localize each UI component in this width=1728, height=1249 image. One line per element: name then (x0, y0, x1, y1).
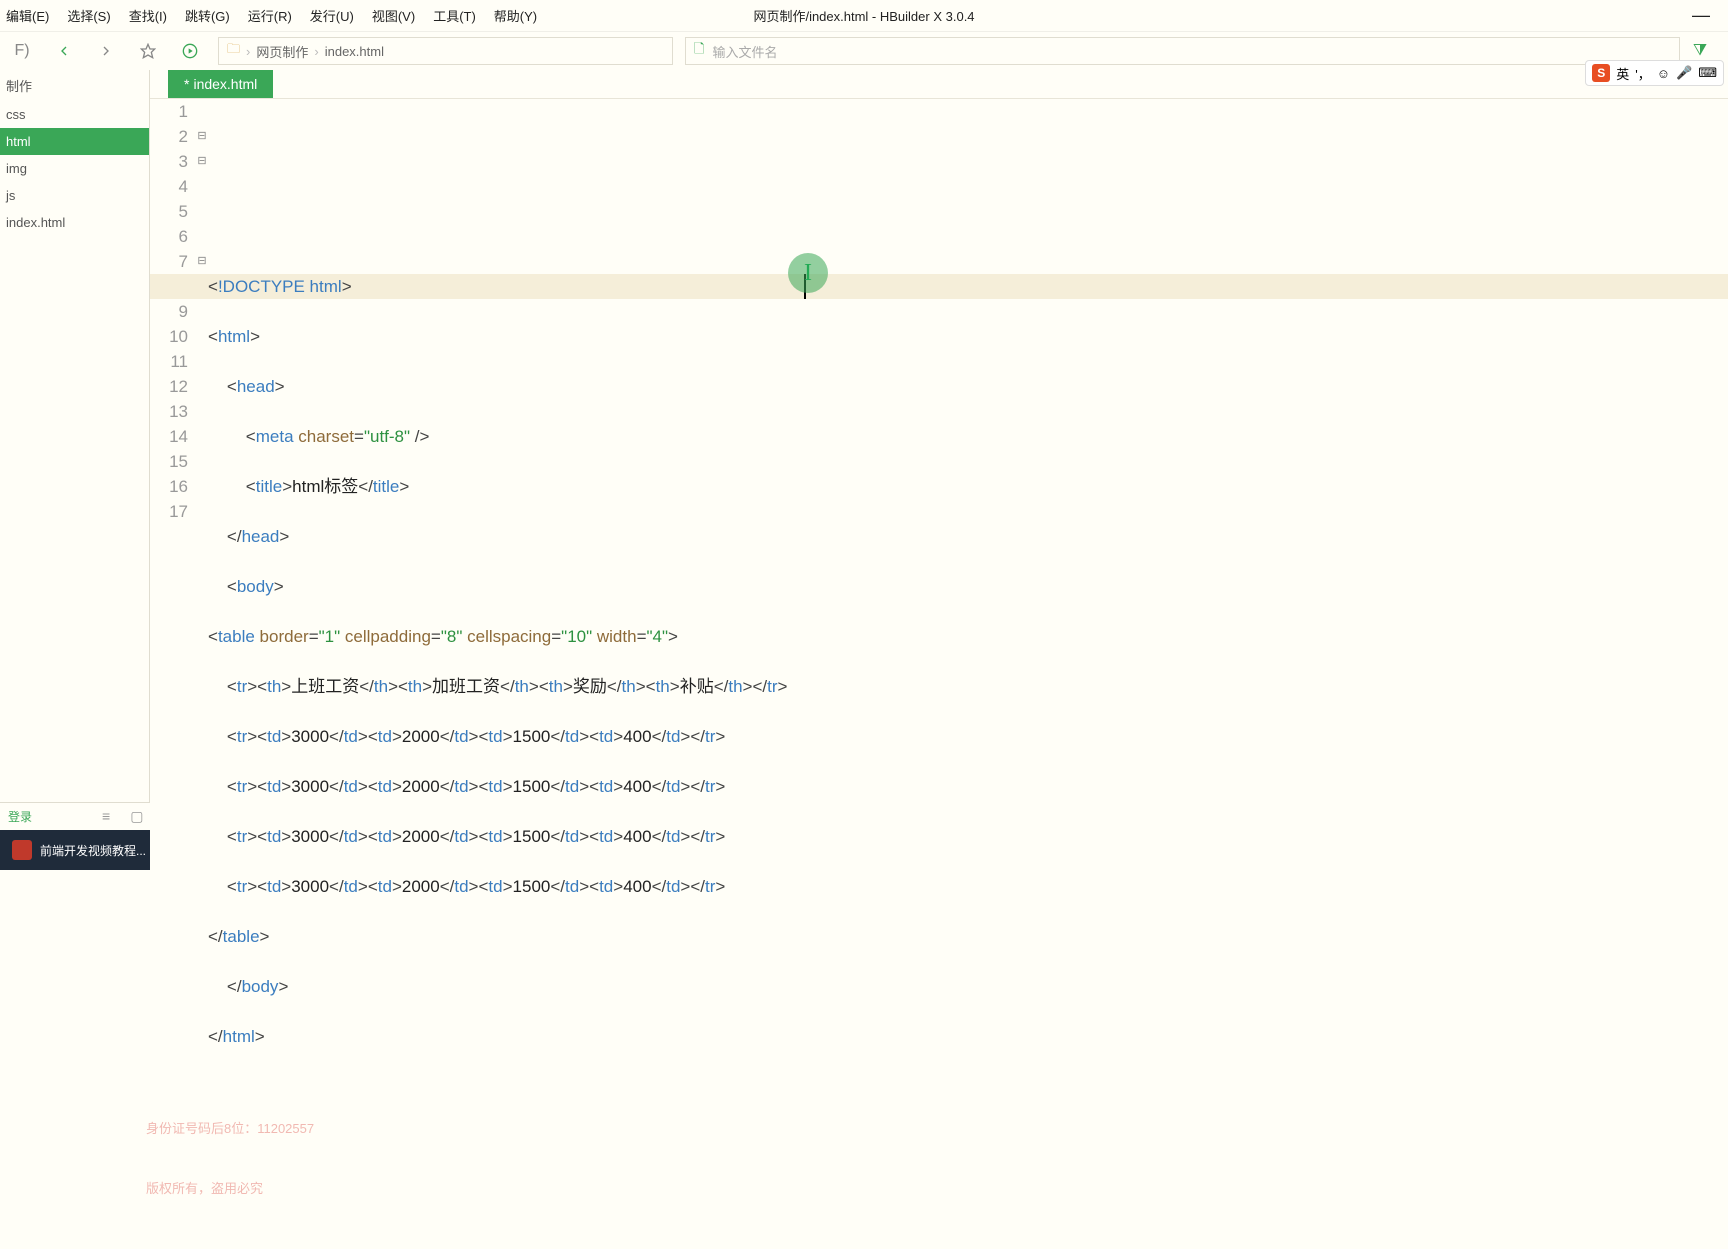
search-placeholder: 输入文件名 (712, 42, 777, 61)
menu-find[interactable]: 查找(I) (129, 6, 167, 25)
cursor-highlight-icon: I (788, 253, 828, 293)
menu-tools[interactable]: 工具(T) (433, 6, 476, 25)
breadcrumb-sep: › (314, 44, 318, 59)
sidebar-item[interactable]: css (0, 101, 149, 128)
breadcrumb[interactable]: 🗀 › 网页制作 › index.html (218, 37, 673, 65)
status-login[interactable]: 登录 (8, 808, 32, 825)
ime-punct-icon[interactable]: '， (1635, 64, 1650, 83)
ime-toolbar[interactable]: S 英 '， ☺ 🎤 ⌨ (1585, 60, 1724, 86)
ime-keyboard-icon[interactable]: ⌨ (1698, 65, 1717, 81)
search-file-icon: 🗋 (694, 40, 704, 62)
tab-label: index.html (193, 76, 257, 92)
ime-lang[interactable]: 英 (1616, 64, 1629, 83)
list-icon[interactable]: ≡ (102, 808, 110, 825)
menu-view[interactable]: 视图(V) (372, 6, 415, 25)
menu-bar: 编辑(E) 选择(S) 查找(I) 跳转(G) 运行(R) 发行(U) 视图(V… (0, 0, 1728, 32)
code-area[interactable]: 1 2 3 4 5 6 7 8 9 10 11 12 13 14 15 16 1… (150, 99, 1728, 1249)
sidebar-item-active[interactable]: html (0, 128, 149, 155)
sidebar-item[interactable]: img (0, 155, 149, 182)
star-icon[interactable] (134, 37, 162, 65)
tab-modified-icon: * (184, 76, 189, 92)
editor-tab[interactable]: * index.html (168, 70, 273, 98)
tab-bar: * index.html (150, 70, 1728, 99)
menu-select[interactable]: 选择(S) (67, 6, 110, 25)
task-item[interactable]: 前端开发视频教程... (0, 830, 159, 870)
app-icon (12, 840, 32, 860)
menu-publish[interactable]: 发行(U) (310, 6, 354, 25)
breadcrumb-part-0[interactable]: 网页制作 (256, 42, 308, 61)
filter-icon[interactable]: ⧩ (1680, 42, 1720, 60)
nav-forward-icon[interactable] (92, 37, 120, 65)
sidebar-item[interactable]: index.html (0, 209, 149, 236)
file-search-input[interactable]: 🗋 输入文件名 (685, 37, 1680, 65)
nav-back-icon[interactable] (50, 37, 78, 65)
terminal-icon[interactable]: ▢ (130, 808, 143, 825)
main-area: 制作 css html img js index.html * index.ht… (0, 70, 1728, 802)
menu-goto[interactable]: 跳转(G) (185, 6, 230, 25)
source-text[interactable]: I <!DOCTYPE html> <html> <head> <meta ch… (208, 99, 1728, 1249)
breadcrumb-sep: › (246, 44, 250, 59)
ime-mic-icon[interactable]: 🎤 (1676, 65, 1692, 81)
breadcrumb-part-1[interactable]: index.html (325, 44, 384, 59)
ime-emoji-icon[interactable]: ☺ (1657, 66, 1670, 81)
sidebar-item[interactable]: 制作 (0, 70, 149, 101)
project-sidebar[interactable]: 制作 css html img js index.html (0, 70, 150, 802)
menu-edit[interactable]: 编辑(E) (6, 6, 49, 25)
line-gutter: 1 2 3 4 5 6 7 8 9 10 11 12 13 14 15 16 1… (150, 99, 196, 1249)
sidebar-item[interactable]: js (0, 182, 149, 209)
nav-menu-button[interactable]: F) (8, 37, 36, 65)
editor: * index.html 1 2 3 4 5 6 7 8 9 10 11 12 … (150, 70, 1728, 802)
fold-gutter[interactable]: ⊟⊟⊟⊟ (196, 99, 208, 1249)
run-icon[interactable] (176, 37, 204, 65)
window-minimize-icon[interactable]: — (1692, 5, 1710, 26)
toolbar: F) 🗀 › 网页制作 › index.html 🗋 输入文件名 ⧩ (0, 32, 1728, 70)
sogou-logo-icon: S (1592, 64, 1610, 82)
folder-icon: 🗀 (227, 40, 240, 62)
menu-help[interactable]: 帮助(Y) (494, 6, 537, 25)
menu-run[interactable]: 运行(R) (248, 6, 292, 25)
